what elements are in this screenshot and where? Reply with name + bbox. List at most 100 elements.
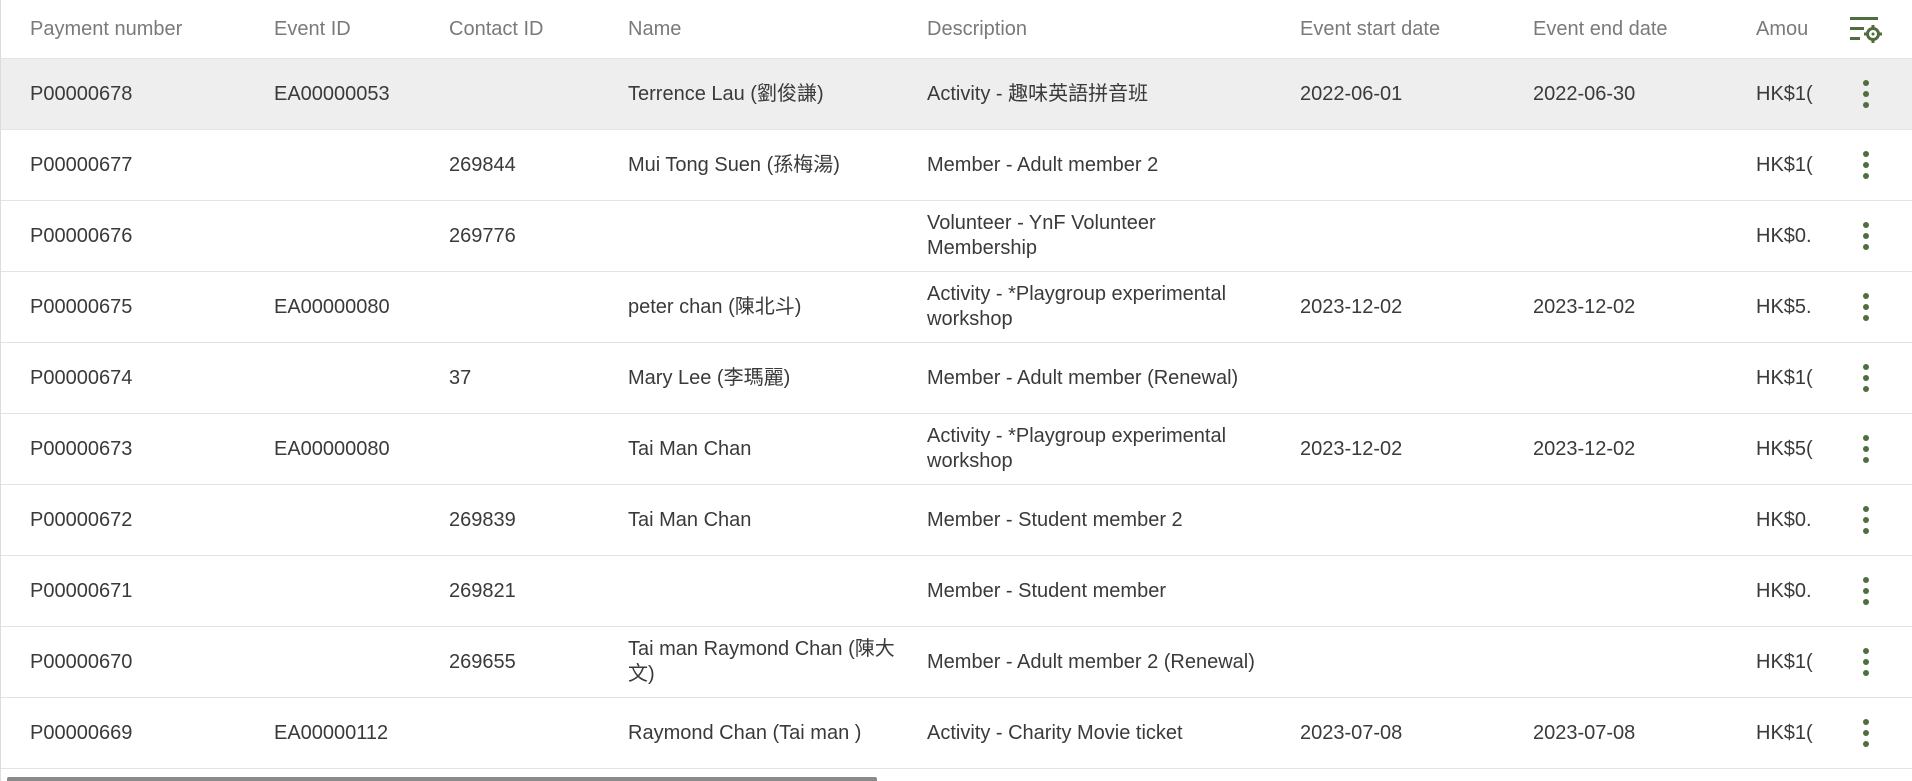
column-settings-icon[interactable] [1848,14,1884,44]
event-id-cell: EA00000112 [274,721,389,744]
payments-table: Payment number Event ID Contact ID Name … [0,0,1912,781]
table-row[interactable]: P00000673 EA00000080 Tai Man Chan Activity … [1,414,1912,485]
table-row[interactable]: P00000674 37 Mary Lee (李瑪麗) Member - Adult … [1,343,1912,414]
more-vertical-icon[interactable] [1856,293,1876,321]
kebab-dot [1863,588,1869,594]
more-vertical-icon[interactable] [1856,80,1876,108]
kebab-dot [1863,659,1869,665]
kebab-dot [1863,222,1869,228]
description-cell: Member - Adult member 2 [927,153,1159,176]
table-row[interactable]: P00000671 269821 Member - Student member HK… [1,556,1912,627]
kebab-dot [1863,457,1869,463]
contact-id-cell [449,272,619,342]
event-end-date-cell [1533,556,1743,626]
more-vertical-icon[interactable] [1856,151,1876,179]
kebab-dot [1863,517,1869,523]
horizontal-scrollbar[interactable] [7,777,877,781]
table-row[interactable]: P00000670 269655 Tai man Raymond Chan (陳大文… [1,627,1912,698]
kebab-dot [1863,435,1869,441]
column-header-contact-id[interactable]: Contact ID [449,0,619,58]
event-id-cell [274,201,444,271]
contact-id-cell: 269776 [449,224,516,247]
row-actions [1841,201,1891,271]
kebab-dot [1863,244,1869,250]
contact-id-cell [449,698,619,768]
amount-cell: HK$5( [1756,437,1813,460]
event-end-date-cell [1533,201,1743,271]
description-cell: Member - Adult member (Renewal) [927,366,1239,389]
event-id-cell [274,343,444,413]
column-header-name[interactable]: Name [628,0,918,58]
event-id-cell [274,130,444,200]
column-header-description[interactable]: Description [927,0,1267,58]
event-start-date-cell: 2023-12-02 [1300,437,1403,460]
more-vertical-icon[interactable] [1856,648,1876,676]
table-header: Payment number Event ID Contact ID Name … [1,0,1912,59]
more-vertical-icon[interactable] [1856,435,1876,463]
event-end-date-cell: 2023-07-08 [1533,721,1636,744]
description-cell: Member - Student member 2 [927,508,1183,531]
kebab-dot [1863,599,1869,605]
description-cell: Activity - Charity Movie ticket [927,721,1183,744]
event-start-date-cell [1300,343,1520,413]
payment-number-cell: P00000676 [30,224,133,247]
more-vertical-icon[interactable] [1856,719,1876,747]
row-actions [1841,130,1891,200]
name-cell: Mary Lee (李瑪麗) [628,366,791,389]
name-cell: Tai Man Chan [628,508,752,531]
kebab-dot [1863,719,1869,725]
row-actions [1841,698,1891,768]
payment-number-cell: P00000675 [30,295,133,318]
event-id-cell: EA00000053 [274,82,390,105]
name-cell: peter chan (陳北斗) [628,295,802,318]
kebab-dot [1863,730,1869,736]
event-start-date-cell: 2023-12-02 [1300,295,1403,318]
table-row[interactable]: P00000672 269839 Tai Man Chan Member - Stud… [1,485,1912,556]
amount-cell: HK$1( [1756,82,1813,105]
table-row[interactable]: P00000678 EA00000053 Terrence Lau (劉俊謙) Act… [1,59,1912,130]
event-end-date-cell: 2023-12-02 [1533,295,1636,318]
row-actions [1841,414,1891,484]
column-header-event-end-date[interactable]: Event end date [1533,0,1743,58]
event-start-date-cell [1300,556,1520,626]
table-row[interactable]: P00000669 EA00000112 Raymond Chan (Tai man… [1,698,1912,769]
row-actions [1841,59,1891,129]
payment-number-cell: P00000674 [30,366,133,389]
column-header-payment-number[interactable]: Payment number [30,0,260,58]
event-start-date-cell [1300,201,1520,271]
more-vertical-icon[interactable] [1856,364,1876,392]
more-vertical-icon[interactable] [1856,506,1876,534]
event-start-date-cell: 2023-07-08 [1300,721,1403,744]
column-settings-button[interactable] [1841,0,1891,58]
event-id-cell: EA00000080 [274,295,390,318]
column-header-event-id[interactable]: Event ID [274,0,444,58]
kebab-dot [1863,315,1869,321]
contact-id-cell [449,59,619,129]
kebab-dot [1863,364,1869,370]
more-vertical-icon[interactable] [1856,222,1876,250]
event-start-date-cell [1300,485,1520,555]
description-cell: Volunteer - YnF Volunteer Membership [927,212,1156,259]
kebab-dot [1863,506,1869,512]
more-vertical-icon[interactable] [1856,577,1876,605]
kebab-dot [1863,741,1869,747]
event-end-date-cell [1533,343,1743,413]
kebab-dot [1863,446,1869,452]
table-row[interactable]: P00000676 269776 Volunteer - YnF Volunteer… [1,201,1912,272]
payment-number-cell: P00000672 [30,508,133,531]
table-row[interactable]: P00000675 EA00000080 peter chan (陳北斗) Activ… [1,272,1912,343]
kebab-dot [1863,648,1869,654]
amount-cell: HK$1( [1756,153,1813,176]
amount-cell: HK$1( [1756,366,1813,389]
row-actions [1841,556,1891,626]
payment-number-cell: P00000670 [30,650,133,673]
name-cell: Raymond Chan (Tai man ) [628,721,862,744]
column-header-event-start-date[interactable]: Event start date [1300,0,1520,58]
table-row[interactable]: P00000677 269844 Mui Tong Suen (孫梅湯) Member… [1,130,1912,201]
payment-number-cell: P00000673 [30,437,133,460]
event-end-date-cell [1533,485,1743,555]
event-id-cell: EA00000080 [274,437,390,460]
event-start-date-cell: 2022-06-01 [1300,82,1403,105]
name-cell [628,556,918,626]
column-header-amount[interactable]: Amou [1756,0,1816,58]
